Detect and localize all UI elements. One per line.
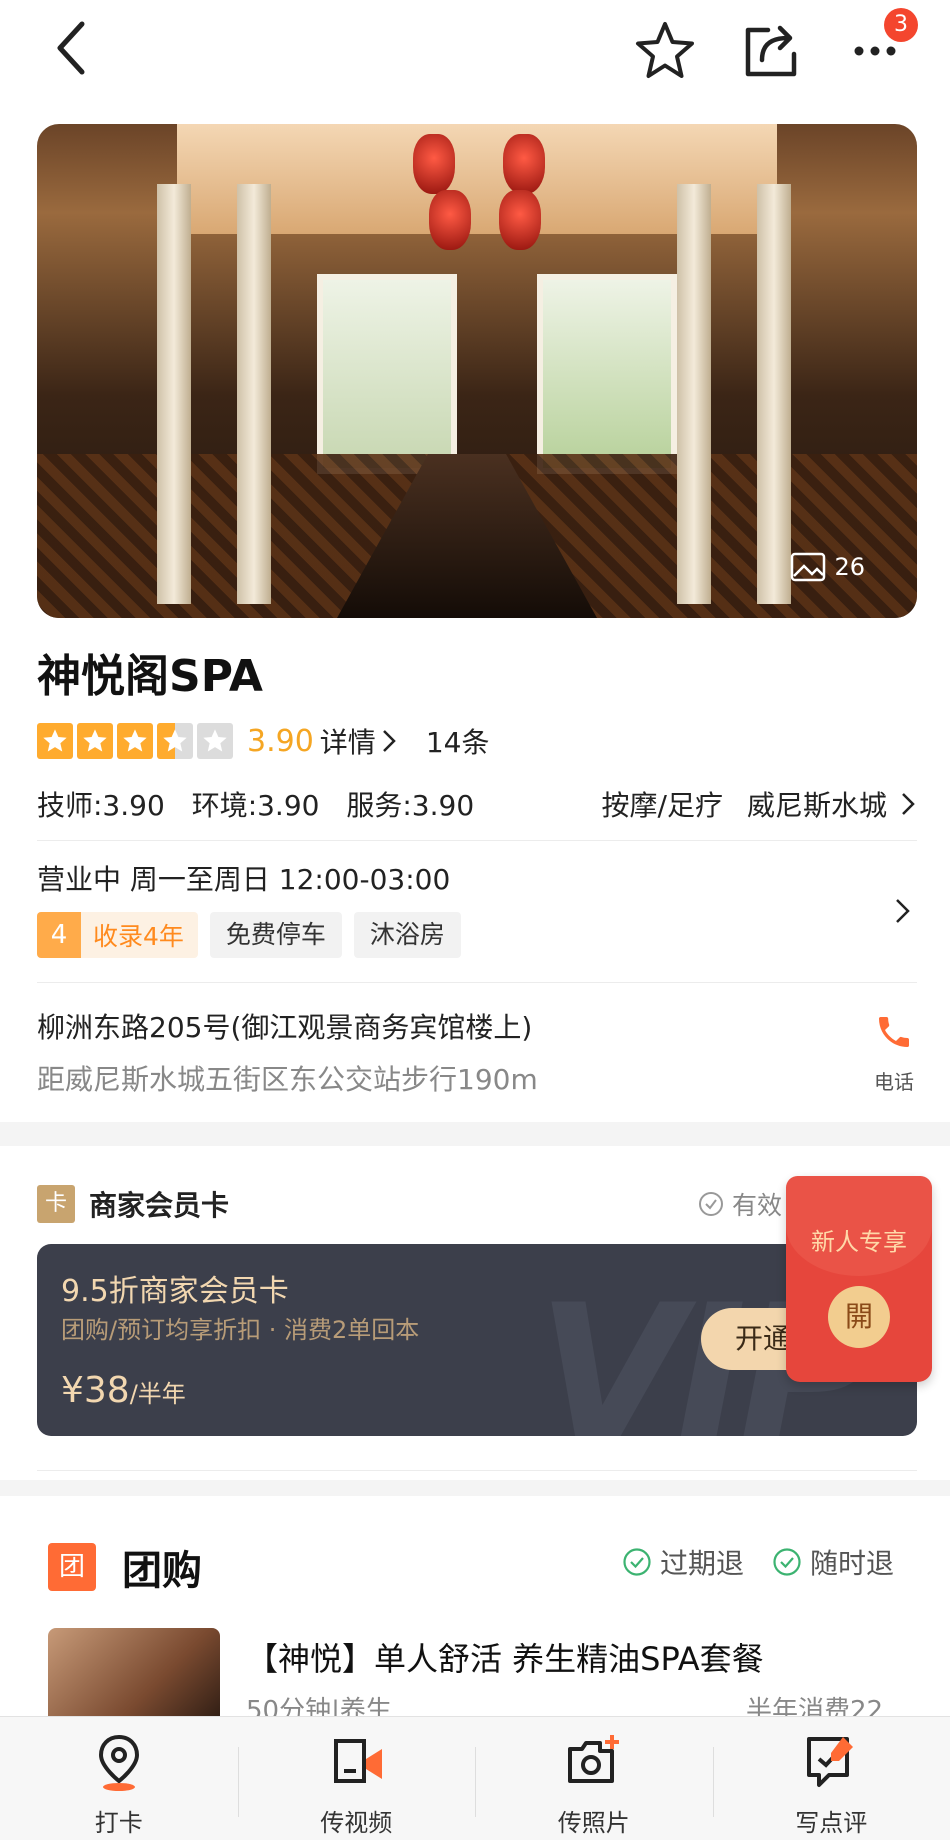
photo-pillar: [757, 184, 791, 604]
shop-cover-photo[interactable]: 26: [37, 124, 917, 618]
guarantee-anytime-refund: 随时退: [772, 1542, 894, 1582]
divider: [37, 840, 917, 841]
vip-card-price: ¥38/半年: [61, 1370, 186, 1411]
member-card-title: 商家会员卡: [89, 1189, 230, 1222]
shop-distance: 距威尼斯水城五街区东公交站步行190m: [37, 1063, 538, 1096]
rating-detail-link[interactable]: 详情: [320, 721, 376, 761]
top-nav-bar: 3: [0, 0, 950, 110]
score-service: 服务:3.90: [346, 789, 475, 822]
phone-label[interactable]: 电话: [868, 1066, 920, 1095]
years-listed-badge: 4 收录4年: [37, 912, 198, 958]
deal-thumbnail[interactable]: [48, 1628, 220, 1728]
vip-card-title: 9.5折商家会员卡: [61, 1274, 289, 1309]
member-card-icon: 卡: [37, 1185, 75, 1223]
guarantee-label: 随时退: [810, 1547, 895, 1580]
notification-badge: 3: [884, 8, 918, 42]
new-user-red-packet[interactable]: 新人专享 開: [786, 1176, 932, 1382]
check-circle-icon: [623, 1548, 651, 1576]
chevron-right-icon: [382, 730, 396, 752]
check-circle-icon: [773, 1548, 801, 1576]
photo-window: [537, 274, 677, 474]
tab-check-in[interactable]: 打卡: [0, 1717, 238, 1840]
vip-price-amount: ¥38: [61, 1370, 130, 1411]
vip-price-period: /半年: [129, 1380, 186, 1408]
tag-free-parking: 免费停车: [209, 912, 342, 958]
section-gap: [0, 1480, 950, 1496]
photo-pillar: [237, 184, 271, 604]
tab-upload-video[interactable]: 传视频: [237, 1717, 476, 1840]
shop-category: 按摩/足疗: [601, 789, 723, 822]
photo-window: [317, 274, 457, 474]
sub-scores: 技师:3.90 环境:3.90 服务:3.90: [37, 784, 492, 824]
shop-name: 神悦阁SPA: [37, 651, 263, 702]
rating-score: 3.90: [247, 723, 314, 759]
rating-row[interactable]: 3.90 详情 14条: [37, 718, 489, 764]
photo-pillar: [157, 184, 191, 604]
validity-text: 有效: [732, 1191, 783, 1220]
star-full-icon: [117, 723, 153, 759]
phone-icon[interactable]: [868, 1012, 920, 1056]
category-area-link[interactable]: 按摩/足疗 威尼斯水城: [602, 784, 917, 824]
guarantee-label: 过期退: [660, 1547, 745, 1580]
red-packet-open-icon: 開: [828, 1286, 890, 1348]
vip-card-subtitle: 团购/预订均享折扣 · 消费2单回本: [61, 1316, 420, 1344]
favorite-star-icon[interactable]: [632, 18, 698, 84]
score-environment: 环境:3.90: [191, 789, 320, 822]
member-card-validity: 有效: [698, 1186, 782, 1222]
star-empty-icon: [197, 723, 233, 759]
years-badge-number: 4: [37, 912, 81, 958]
check-circle-icon: [699, 1192, 723, 1216]
section-gap: [0, 1122, 950, 1146]
tab-label: 写点评: [795, 1809, 868, 1837]
hours-chevron-right-icon[interactable]: [892, 896, 912, 926]
photo-lantern: [503, 134, 545, 194]
rating-stars: [37, 723, 233, 759]
guarantee-expired-refund: 过期退: [622, 1542, 744, 1582]
tab-label: 打卡: [94, 1809, 143, 1837]
share-icon[interactable]: [738, 18, 804, 84]
business-hours[interactable]: 营业中 周一至周日 12:00-03:00: [37, 858, 450, 898]
star-half-icon: [157, 723, 193, 759]
tab-label: 传视频: [320, 1809, 393, 1837]
years-badge-text: 收录4年: [93, 922, 184, 951]
shop-area: 威尼斯水城: [746, 789, 887, 822]
review-count[interactable]: 14条: [426, 721, 490, 761]
vip-member-card[interactable]: VIP 9.5折商家会员卡 团购/预订均享折扣 · 消费2单回本 ¥38/半年 …: [37, 1244, 917, 1436]
red-packet-label: 新人专享: [811, 1228, 907, 1256]
photo-pillar: [677, 184, 711, 604]
group-buy-guarantees: 过期退 随时退: [622, 1542, 912, 1582]
tag-bath-room: 沐浴房: [353, 912, 461, 958]
divider: [37, 1470, 917, 1471]
write-review-icon: [807, 1737, 854, 1787]
back-arrow-icon[interactable]: [52, 18, 112, 88]
photo-lantern: [413, 134, 455, 194]
divider: [37, 982, 917, 983]
chevron-right-icon: [902, 793, 915, 815]
image-gallery-icon: [791, 552, 826, 582]
group-buy-header: 团 团购: [48, 1538, 202, 1596]
camera-upload-icon: [567, 1735, 619, 1783]
deal-name[interactable]: 【神悦】单人舒活 养生精油SPA套餐: [246, 1634, 764, 1680]
shop-tags: 4 收录4年 免费停车 沐浴房: [37, 912, 461, 958]
video-upload-icon: [334, 1739, 383, 1783]
sub-scores-row: 技师:3.90 环境:3.90 服务:3.90 按摩/足疗 威尼斯水城: [37, 782, 917, 826]
star-full-icon: [77, 723, 113, 759]
shop-address[interactable]: 柳洲东路205号(御江观景商务宾馆楼上): [37, 1006, 532, 1046]
photo-lantern: [429, 190, 471, 250]
photo-count[interactable]: 26: [790, 552, 865, 582]
score-technician: 技师:3.90: [37, 789, 165, 822]
tab-write-review[interactable]: 写点评: [712, 1717, 950, 1840]
group-buy-icon: 团: [48, 1543, 96, 1591]
photo-count-value: 26: [834, 553, 865, 581]
tab-upload-photo[interactable]: 传照片: [475, 1717, 713, 1840]
location-pin-icon: [98, 1734, 139, 1791]
photo-lantern: [499, 190, 541, 250]
tab-label: 传照片: [557, 1809, 630, 1837]
member-card-header: 卡 商家会员卡: [37, 1184, 229, 1224]
star-full-icon: [37, 723, 73, 759]
group-buy-title: 团购: [122, 1548, 202, 1594]
bottom-action-bar: 打卡 传视频 传照片 写点评: [0, 1716, 950, 1840]
